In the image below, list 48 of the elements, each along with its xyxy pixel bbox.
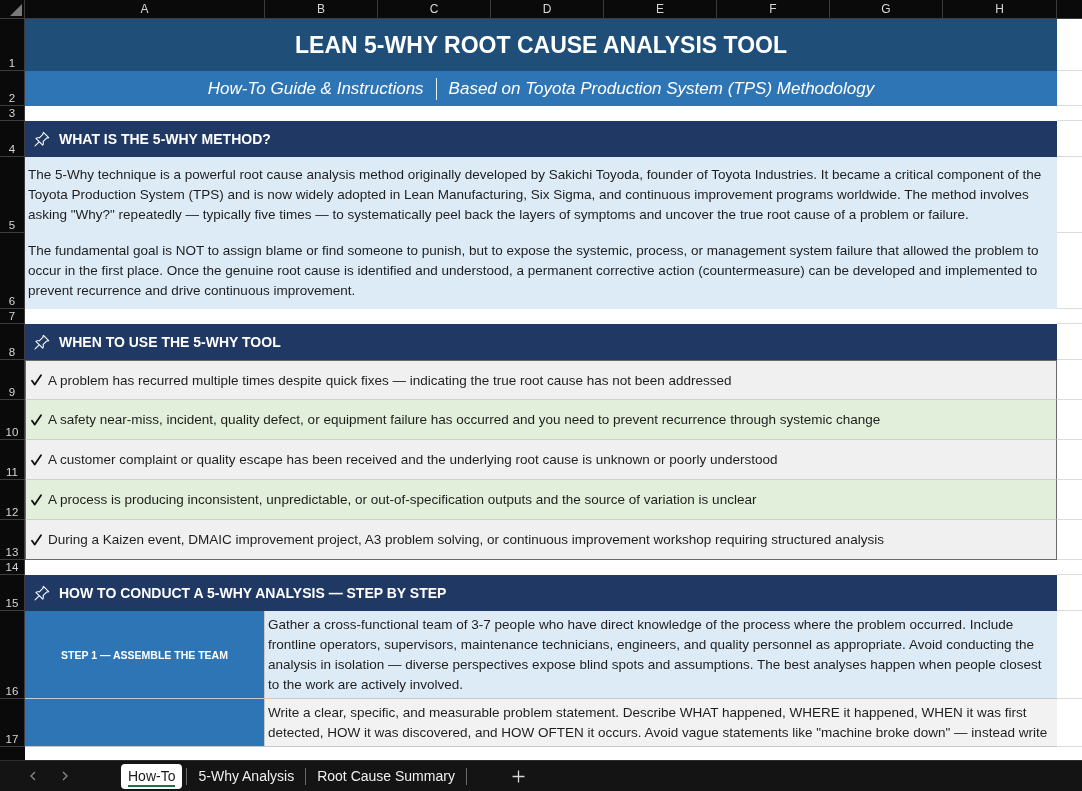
checklist-text: A process is producing inconsistent, unpredictable, or out-of-specification outputs and the source of variation is unclear xyxy=(48,492,757,507)
sheet-tab[interactable]: How-To xyxy=(121,763,183,789)
check-icon xyxy=(31,413,42,426)
row-header[interactable]: 7 xyxy=(0,309,25,324)
row-header[interactable]: 1 xyxy=(0,19,25,71)
pushpin-icon xyxy=(33,333,50,351)
row-header[interactable]: 6 xyxy=(0,233,25,309)
pushpin-icon xyxy=(33,584,50,602)
check-icon xyxy=(31,374,42,386)
checklist-text: A safety near-miss, incident, quality defect, or equipment failure has occurred and you need to prevent recurrence through systemic change xyxy=(48,412,881,427)
row-header[interactable]: 17 xyxy=(0,699,25,747)
step-description: Write a clear, specific, and measurable problem statement. Describe WHAT happened, WHERE it happened, WHEN it was first detected, HOW it was discovered, and HOW OFTEN it occurs. Avoid vague statements like "machine broke down" — instead write xyxy=(268,704,1049,742)
sheet-tab[interactable]: 5-Why Analysis xyxy=(191,763,302,789)
row-header[interactable]: 12 xyxy=(0,480,25,520)
row-header[interactable]: 5 xyxy=(0,157,25,233)
subtitle-text: Based on Toyota Production System (TPS) Methodology xyxy=(448,78,875,99)
row-header[interactable]: 13 xyxy=(0,520,25,560)
section-title: WHAT IS THE 5-WHY METHOD? xyxy=(59,131,271,147)
row-header[interactable]: 10 xyxy=(0,400,25,440)
section-title: HOW TO CONDUCT A 5-WHY ANALYSIS — STEP BY STEP xyxy=(59,585,447,601)
row-header[interactable]: 2 xyxy=(0,71,25,106)
description-paragraph: The 5-Why technique is a powerful root cause analysis method originally developed by Sakichi Toyoda, founder of Toyota Industries. It became a critical component of the Toyota Production System (TPS) and is now widely adopted in Lean Manufacturing, Six Sigma, and continuous improvement programs worldwide. The method involves asking "Why?" repeatedly — typically five times — to systematically peel back the layers of symptoms and uncover the true root cause of a problem or failure. xyxy=(28,166,1043,224)
check-icon xyxy=(31,493,42,506)
row-header[interactable]: 4 xyxy=(0,121,25,157)
sheet-tab[interactable]: Root Cause Summary xyxy=(310,763,462,789)
plus-icon xyxy=(512,769,526,783)
checklist-text: During a Kaizen event, DMAIC improvement project, A3 problem solving, or continuous improvement workshop requiring structured analysis xyxy=(48,532,884,547)
checklist-text: A customer complaint or quality escape has been received and the underlying root cause is unknown or poorly understood xyxy=(48,452,778,467)
check-icon xyxy=(31,453,42,466)
step-label: STEP 1 — ASSEMBLE THE TEAM xyxy=(61,648,228,661)
row-header[interactable]: 16 xyxy=(0,611,25,699)
check-icon xyxy=(31,533,42,546)
description-paragraph: The fundamental goal is NOT to assign blame or find someone to punish, but to expose the systemic, process, or management system failure that allowed the problem to occur in the first place. Once the genuine root cause is identified and understood, a permanent corrective action (countermeasure) can be developed and implemented to prevent recurrence and drive continuous improvement. xyxy=(28,242,1040,300)
row-header[interactable]: 8 xyxy=(0,324,25,360)
row-header[interactable]: 11 xyxy=(0,440,25,480)
checklist-text: A problem has recurred multiple times despite quick fixes — indicating the true root cause has not been addressed xyxy=(48,372,732,388)
sheet-title: LEAN 5-WHY ROOT CAUSE ANALYSIS TOOL xyxy=(295,31,787,59)
chevron-left-icon xyxy=(28,771,38,781)
select-all-icon[interactable] xyxy=(10,4,22,16)
subtitle-text: How-To Guide & Instructions xyxy=(207,78,424,99)
section-title: WHEN TO USE THE 5-WHY TOOL xyxy=(59,334,281,350)
row-header[interactable]: 3 xyxy=(0,106,25,121)
chevron-right-icon xyxy=(60,771,70,781)
step-description: Gather a cross-functional team of 3-7 people who have direct knowledge of the process where the problem occurred. Include frontline operators, supervisors, maintenance technicians, engineers, and quality personnel as appropriate. Avoid conducting the analysis in isolation — diverse perspectives expose blind spots and assumptions. The best analyses happen when people closest to the work are actively involved. xyxy=(268,616,1043,694)
pushpin-icon xyxy=(33,130,50,148)
row-header[interactable]: 14 xyxy=(0,560,25,575)
row-header[interactable]: 15 xyxy=(0,575,25,611)
row-header[interactable]: 9 xyxy=(0,360,25,400)
